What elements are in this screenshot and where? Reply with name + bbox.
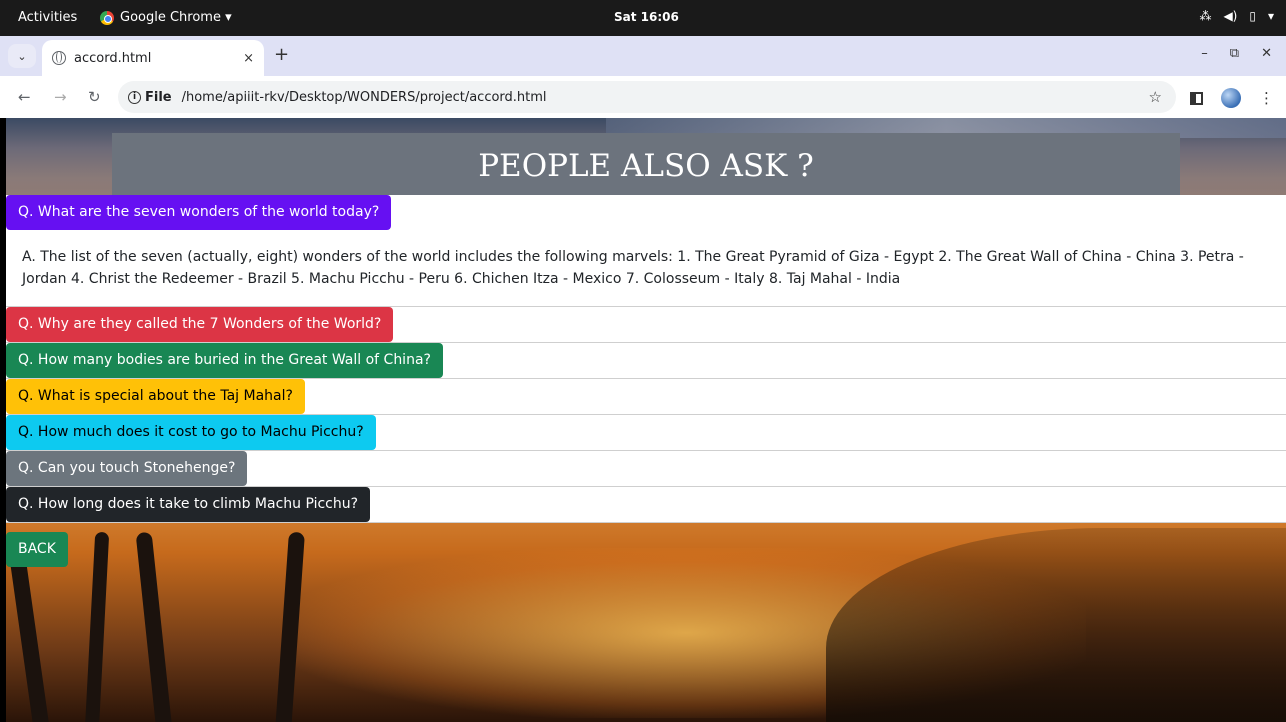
globe-icon (52, 51, 66, 65)
chevron-down-icon: ▾ (1267, 9, 1274, 23)
tab-search-button[interactable]: ⌄ (8, 44, 36, 68)
page-viewport: PEOPLE ALSO ASK ? Q. What are the seven … (6, 118, 1286, 722)
bookmark-star-icon[interactable]: ☆ (1149, 88, 1162, 106)
accordion-item: Q. Can you touch Stonehenge? (6, 451, 1286, 487)
chevron-down-icon: ⌄ (17, 49, 27, 63)
app-menu[interactable]: Google Chrome ▾ (100, 10, 232, 25)
accordion-item: Q. What are the seven wonders of the wor… (6, 195, 1286, 307)
address-scheme: File (145, 89, 172, 105)
question-button[interactable]: Q. How many bodies are buried in the Gre… (6, 343, 443, 378)
faq-accordion: Q. What are the seven wonders of the wor… (6, 195, 1286, 523)
profile-avatar[interactable] (1221, 88, 1241, 108)
tab-title: accord.html (74, 50, 152, 66)
system-tray[interactable]: ⁂ ◀) ▯ ▾ (1199, 9, 1274, 23)
window-controls: – ⧉ ✕ (1201, 46, 1272, 61)
question-button[interactable]: Q. Why are they called the 7 Wonders of … (6, 307, 394, 342)
new-tab-button[interactable]: + (274, 44, 289, 65)
back-arrow-icon[interactable]: ← (18, 88, 31, 106)
page-title: PEOPLE ALSO ASK ? (112, 133, 1180, 195)
accordion-item: Q. How much does it cost to go to Machu … (6, 415, 1286, 451)
restore-icon[interactable]: ⧉ (1230, 46, 1239, 61)
app-menu-label: Google Chrome ▾ (120, 10, 232, 25)
network-icon: ⁂ (1199, 9, 1212, 23)
clock[interactable]: Sat 16:06 (614, 10, 679, 24)
minimize-icon[interactable]: – (1201, 46, 1208, 61)
question-button[interactable]: Q. Can you touch Stonehenge? (6, 451, 248, 486)
question-button[interactable]: Q. How much does it cost to go to Machu … (6, 415, 376, 450)
accordion-item: Q. What is special about the Taj Mahal? (6, 379, 1286, 415)
menu-kebab-icon[interactable]: ⋮ (1259, 89, 1274, 107)
question-button[interactable]: Q. What are the seven wonders of the wor… (6, 195, 392, 230)
browser-toolbar: ← → ↻ i File /home/apiiit-rkv/Desktop/WO… (0, 76, 1286, 118)
close-icon[interactable]: ✕ (1261, 46, 1272, 61)
answer-text: A. The list of the seven (actually, eigh… (22, 249, 1244, 287)
chrome-icon (100, 10, 114, 25)
question-button[interactable]: Q. What is special about the Taj Mahal? (6, 379, 305, 414)
side-panel-icon[interactable] (1190, 91, 1203, 105)
question-button[interactable]: Q. How long does it take to climb Machu … (6, 487, 371, 522)
toolbar-actions: ⋮ (1190, 88, 1274, 108)
background-palm-trunk (135, 531, 173, 722)
tab-accord[interactable]: accord.html × (42, 40, 264, 76)
forward-arrow-icon[interactable]: → (54, 88, 67, 106)
tab-strip: ⌄ accord.html × + – ⧉ ✕ (0, 36, 1286, 76)
activities-button[interactable]: Activities (18, 10, 77, 25)
battery-icon: ▯ (1249, 9, 1256, 23)
tab-close-button[interactable]: × (243, 51, 254, 66)
volume-icon: ◀) (1223, 9, 1238, 23)
address-bar[interactable]: i File /home/apiiit-rkv/Desktop/WONDERS/… (118, 81, 1176, 113)
back-button[interactable]: BACK (6, 532, 68, 567)
site-info-button[interactable]: i File (128, 90, 172, 105)
accordion-item: Q. How long does it take to climb Machu … (6, 487, 1286, 523)
address-url: /home/apiiit-rkv/Desktop/WONDERS/project… (181, 89, 547, 105)
accordion-item: Q. How many bodies are buried in the Gre… (6, 343, 1286, 379)
reload-icon[interactable]: ↻ (88, 88, 101, 106)
background-palm-trunk (84, 531, 110, 722)
accordion-item: Q. Why are they called the 7 Wonders of … (6, 307, 1286, 343)
system-top-bar: Activities Google Chrome ▾ Sat 16:06 ⁂ ◀… (0, 0, 1286, 36)
info-icon: i (128, 90, 141, 104)
